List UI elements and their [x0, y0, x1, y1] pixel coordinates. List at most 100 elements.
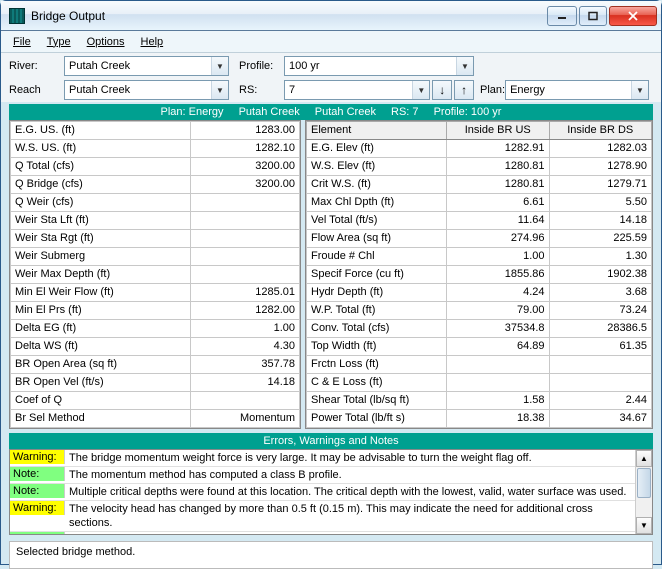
- row-value: [191, 212, 300, 230]
- row-us: 6.61: [447, 194, 550, 212]
- profile-combo[interactable]: 100 yr▼: [284, 56, 474, 76]
- table-row: Delta WS (ft)4.30: [11, 338, 300, 356]
- row-value: [191, 248, 300, 266]
- row-ds: 1279.71: [549, 176, 652, 194]
- scroll-down-button[interactable]: ▼: [636, 517, 652, 534]
- table-row: Delta EG (ft)1.00: [11, 320, 300, 338]
- row-us: 64.89: [447, 338, 550, 356]
- row-label: BR Open Area (sq ft): [11, 356, 191, 374]
- reach-combo[interactable]: Putah Creek▼: [64, 80, 229, 100]
- menu-file[interactable]: File: [7, 34, 37, 50]
- row-ds: 1278.90: [549, 158, 652, 176]
- row-ds: 5.50: [549, 194, 652, 212]
- row-us: 1280.81: [447, 158, 550, 176]
- row-label: Q Weir (cfs): [11, 194, 191, 212]
- summary-table: E.G. US. (ft)1283.00W.S. US. (ft)1282.10…: [9, 120, 301, 429]
- ewn-row: Note:Multiple critical depths were found…: [10, 484, 635, 501]
- row-value: 3200.00: [191, 158, 300, 176]
- row-us: 79.00: [447, 302, 550, 320]
- row-value: [191, 392, 300, 410]
- row-label: W.P. Total (ft): [307, 302, 447, 320]
- row-label: Shear Total (lb/sq ft): [307, 392, 447, 410]
- row-value: 357.78: [191, 356, 300, 374]
- row-label: Min El Prs (ft): [11, 302, 191, 320]
- row-value: Momentum: [191, 410, 300, 428]
- row-label: BR Open Vel (ft/s): [11, 374, 191, 392]
- row-label: Flow Area (sq ft): [307, 230, 447, 248]
- titlebar: Bridge Output: [1, 1, 661, 31]
- river-combo[interactable]: Putah Creek▼: [64, 56, 229, 76]
- menu-help[interactable]: Help: [135, 34, 170, 50]
- rs-combo[interactable]: 7▼: [284, 80, 430, 100]
- row-label: Max Chl Dpth (ft): [307, 194, 447, 212]
- row-label: Br Sel Method: [11, 410, 191, 428]
- row-ds: 2.44: [549, 392, 652, 410]
- table-row: Froude # Chl1.001.30: [307, 248, 652, 266]
- ewn-message: The bridge momentum weight force is very…: [65, 450, 536, 466]
- rs-down-button[interactable]: ↓: [432, 80, 452, 100]
- ewn-row: Note:The energy method has computed a cl…: [10, 532, 635, 535]
- window-title: Bridge Output: [31, 9, 545, 23]
- table-row: Weir Sta Lft (ft): [11, 212, 300, 230]
- chevron-down-icon: ▼: [412, 81, 429, 99]
- row-label: Hydr Depth (ft): [307, 284, 447, 302]
- ewn-tag: Warning:: [10, 450, 65, 464]
- profile-label: Profile:: [229, 60, 284, 72]
- scrollbar[interactable]: ▲ ▼: [635, 450, 652, 534]
- table-row: E.G. US. (ft)1283.00: [11, 122, 300, 140]
- row-ds: 61.35: [549, 338, 652, 356]
- row-ds: 3.68: [549, 284, 652, 302]
- row-value: 1285.01: [191, 284, 300, 302]
- row-label: Delta EG (ft): [11, 320, 191, 338]
- ewn-tag: Note:: [10, 532, 65, 535]
- ewn-row: Warning:The bridge momentum weight force…: [10, 450, 635, 467]
- close-button[interactable]: [609, 6, 657, 26]
- row-label: W.S. US. (ft): [11, 140, 191, 158]
- table-row: Min El Weir Flow (ft)1285.01: [11, 284, 300, 302]
- toolbar: River: Putah Creek▼ Profile: 100 yr▼ Rea…: [1, 53, 661, 102]
- plan-label: Plan:: [474, 84, 505, 96]
- col-element: Element: [307, 122, 447, 140]
- table-row: W.S. US. (ft)1282.10: [11, 140, 300, 158]
- chevron-down-icon: ▼: [631, 81, 648, 99]
- col-inside-us: Inside BR US: [447, 122, 550, 140]
- minimize-button[interactable]: [547, 6, 577, 26]
- row-us: 11.64: [447, 212, 550, 230]
- table-row: Power Total (lb/ft s)18.3834.67: [307, 410, 652, 428]
- window-controls: [545, 6, 657, 26]
- ewn-row: Warning:The velocity head has changed by…: [10, 501, 635, 532]
- table-row: Specif Force (cu ft)1855.861902.38: [307, 266, 652, 284]
- row-value: 4.30: [191, 338, 300, 356]
- row-ds: [549, 374, 652, 392]
- app-icon: [9, 8, 25, 24]
- ewn-message: The energy method has computed a class B…: [65, 532, 324, 535]
- row-label: Vel Total (ft/s): [307, 212, 447, 230]
- row-us: 18.38: [447, 410, 550, 428]
- row-value: [191, 194, 300, 212]
- menu-options[interactable]: Options: [81, 34, 131, 50]
- context-strip: Plan: Energy Putah Creek Putah Creek RS:…: [9, 104, 653, 120]
- table-row: Max Chl Dpth (ft)6.615.50: [307, 194, 652, 212]
- rs-up-button[interactable]: ↑: [454, 80, 474, 100]
- row-us: [447, 374, 550, 392]
- river-label: River:: [9, 60, 64, 72]
- row-us: 274.96: [447, 230, 550, 248]
- scroll-up-button[interactable]: ▲: [636, 450, 652, 467]
- menu-type[interactable]: Type: [41, 34, 77, 50]
- row-ds: 1282.03: [549, 140, 652, 158]
- row-us: 37534.8: [447, 320, 550, 338]
- row-ds: 73.24: [549, 302, 652, 320]
- row-label: W.S. Elev (ft): [307, 158, 447, 176]
- table-row: Q Bridge (cfs)3200.00: [11, 176, 300, 194]
- table-row: Vel Total (ft/s)11.6414.18: [307, 212, 652, 230]
- menubar: File Type Options Help: [1, 31, 661, 53]
- row-ds: 34.67: [549, 410, 652, 428]
- plan-combo[interactable]: Energy▼: [505, 80, 649, 100]
- scroll-thumb[interactable]: [637, 468, 651, 498]
- maximize-button[interactable]: [579, 6, 607, 26]
- chevron-down-icon: ▼: [211, 57, 228, 75]
- row-value: [191, 230, 300, 248]
- status-text: Selected bridge method.: [16, 546, 135, 558]
- row-value: 1.00: [191, 320, 300, 338]
- row-us: 4.24: [447, 284, 550, 302]
